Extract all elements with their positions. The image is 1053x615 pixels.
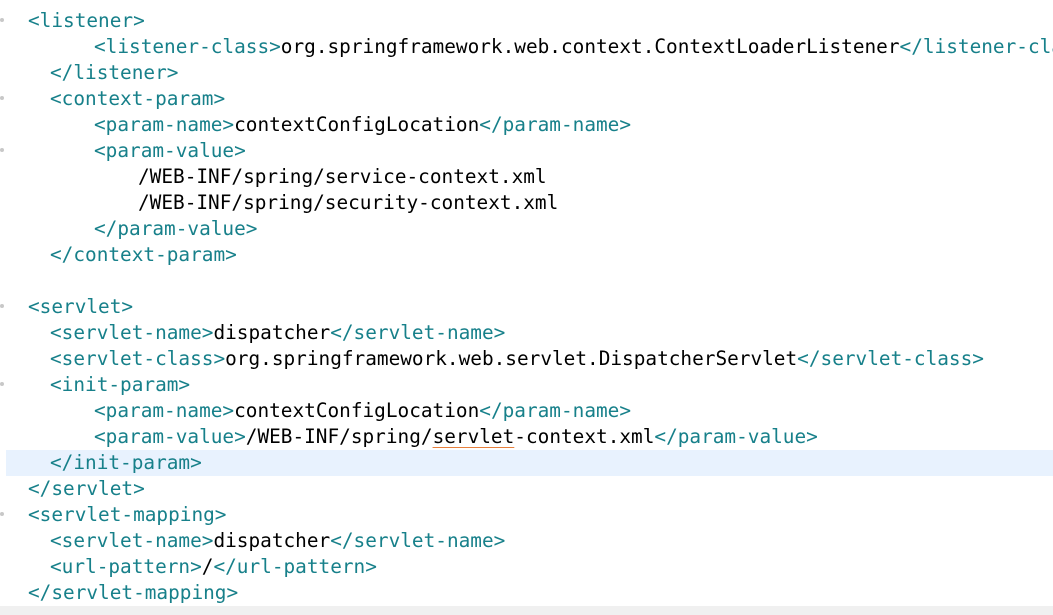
horizontal-scrollbar-track[interactable] [0,606,1053,615]
xml-text: dispatcher [213,321,331,344]
code-line[interactable]: <servlet-name>dispatcher</servlet-name> [0,528,1053,554]
code-line[interactable]: <servlet-mapping> [0,502,1053,528]
code-line[interactable]: <param-name>contextConfigLocation</param… [0,112,1053,138]
xml-text: /WEB-INF/spring/ [245,425,433,448]
xml-tag: <param-value> [94,139,246,162]
code-text: <param-value>/WEB-INF/spring/servlet-con… [94,424,818,450]
code-text: <param-name>contextConfigLocation</param… [94,398,631,424]
xml-tag: <param-name> [94,113,235,136]
xml-tag: <servlet-class> [50,347,226,370]
xml-tag: </servlet-name> [330,321,506,344]
code-line[interactable]: <servlet-class>org.springframework.web.s… [0,346,1053,372]
xml-tag: </url-pattern> [213,555,377,578]
fold-marker-icon[interactable] [0,512,4,516]
xml-tag: </listener-class> [899,35,1053,58]
code-text: </servlet-mapping> [28,580,238,606]
code-text: </listener> [50,60,178,86]
code-text: </init-param> [50,450,202,476]
code-line[interactable]: <url-pattern>/</url-pattern> [0,554,1053,580]
fold-marker-icon[interactable] [0,304,4,308]
code-text: <url-pattern>/</url-pattern> [50,554,377,580]
xml-tag: <param-value> [94,425,246,448]
code-text: </param-value> [94,216,257,242]
xml-code-editor[interactable]: <listener> <listener-class>org.springfram… [0,0,1053,615]
code-line[interactable]: </param-value> [0,216,1053,242]
fold-marker-icon[interactable] [0,148,4,152]
xml-text: contextConfigLocation [234,113,480,136]
code-line[interactable] [0,268,1053,294]
xml-tag: <listener> [28,9,145,32]
xml-tag: <context-param> [50,87,226,110]
code-text: <param-value> [94,138,246,164]
xml-text: -context.xml [514,425,655,448]
code-line[interactable]: <param-name>contextConfigLocation</param… [0,398,1053,424]
xml-tag: </param-name> [479,399,632,422]
xml-tag: <servlet> [28,295,134,318]
code-text: <param-name>contextConfigLocation</param… [94,112,631,138]
code-line[interactable]: </servlet-mapping> [0,580,1053,606]
xml-text: / [201,555,214,578]
code-text: <listener-class>org.springframework.web.… [94,34,1053,60]
xml-tag: </context-param> [50,243,237,266]
code-line[interactable]: <servlet-name>dispatcher</servlet-name> [0,320,1053,346]
xml-text: contextConfigLocation [234,399,480,422]
xml-tag: </param-value> [654,425,818,448]
xml-tag: </servlet-class> [797,347,984,370]
xml-tag: </param-name> [479,113,632,136]
xml-tag: <listener-class> [94,35,281,58]
code-line[interactable]: <listener-class>org.springframework.web.… [0,34,1053,60]
code-text: <servlet-mapping> [28,502,226,528]
xml-tag: <param-name> [94,399,235,422]
xml-tag: </servlet-mapping> [28,581,239,604]
code-line[interactable]: </listener> [0,60,1053,86]
code-line[interactable]: <param-value> [0,138,1053,164]
xml-tag: <servlet-name> [50,321,214,344]
xml-tag: <servlet-name> [50,529,214,552]
xml-tag: </servlet> [28,477,145,500]
code-line[interactable]: <servlet> [0,294,1053,320]
code-text: <servlet-name>dispatcher</servlet-name> [50,528,505,554]
code-line[interactable]: </context-param> [0,242,1053,268]
xml-tag: </listener> [50,61,179,84]
code-text: <servlet> [28,294,133,320]
code-text: <context-param> [50,86,225,112]
xml-tag: <servlet-mapping> [28,503,227,526]
code-line-current[interactable]: </init-param> [6,450,1053,476]
code-line[interactable]: <param-value>/WEB-INF/spring/servlet-con… [0,424,1053,450]
code-text: /WEB-INF/spring/service-context.xml [138,164,547,190]
xml-text: org.springframework.web.context.ContextL… [280,35,900,58]
code-text: <listener> [28,8,145,34]
code-text: </servlet> [28,476,145,502]
code-line[interactable]: <listener> [0,8,1053,34]
code-text: <servlet-class>org.springframework.web.s… [50,346,984,372]
code-line[interactable]: /WEB-INF/spring/security-context.xml [0,190,1053,216]
fold-marker-icon[interactable] [0,18,4,22]
fold-marker-icon[interactable] [0,382,4,386]
code-text: </context-param> [50,242,237,268]
code-text: <servlet-name>dispatcher</servlet-name> [50,320,505,346]
xml-tag: </init-param> [50,451,202,474]
code-line[interactable]: </servlet> [0,476,1053,502]
xml-tag: <url-pattern> [50,555,202,578]
code-line[interactable]: <context-param> [0,86,1053,112]
code-text: <init-param> [50,372,190,398]
code-line[interactable]: /WEB-INF/spring/service-context.xml [0,164,1053,190]
fold-marker-icon[interactable] [0,96,4,100]
xml-tag: </servlet-name> [330,529,506,552]
xml-tag: <init-param> [50,373,191,396]
xml-text: /WEB-INF/spring/service-context.xml [138,165,547,188]
code-text: /WEB-INF/spring/security-context.xml [138,190,558,216]
spelling-warning-text: servlet [432,425,515,448]
xml-text: org.springframework.web.servlet.Dispatch… [225,347,798,370]
xml-text: dispatcher [213,529,331,552]
xml-text: /WEB-INF/spring/security-context.xml [138,191,559,214]
xml-tag: </param-value> [94,217,258,240]
code-line[interactable]: <init-param> [0,372,1053,398]
